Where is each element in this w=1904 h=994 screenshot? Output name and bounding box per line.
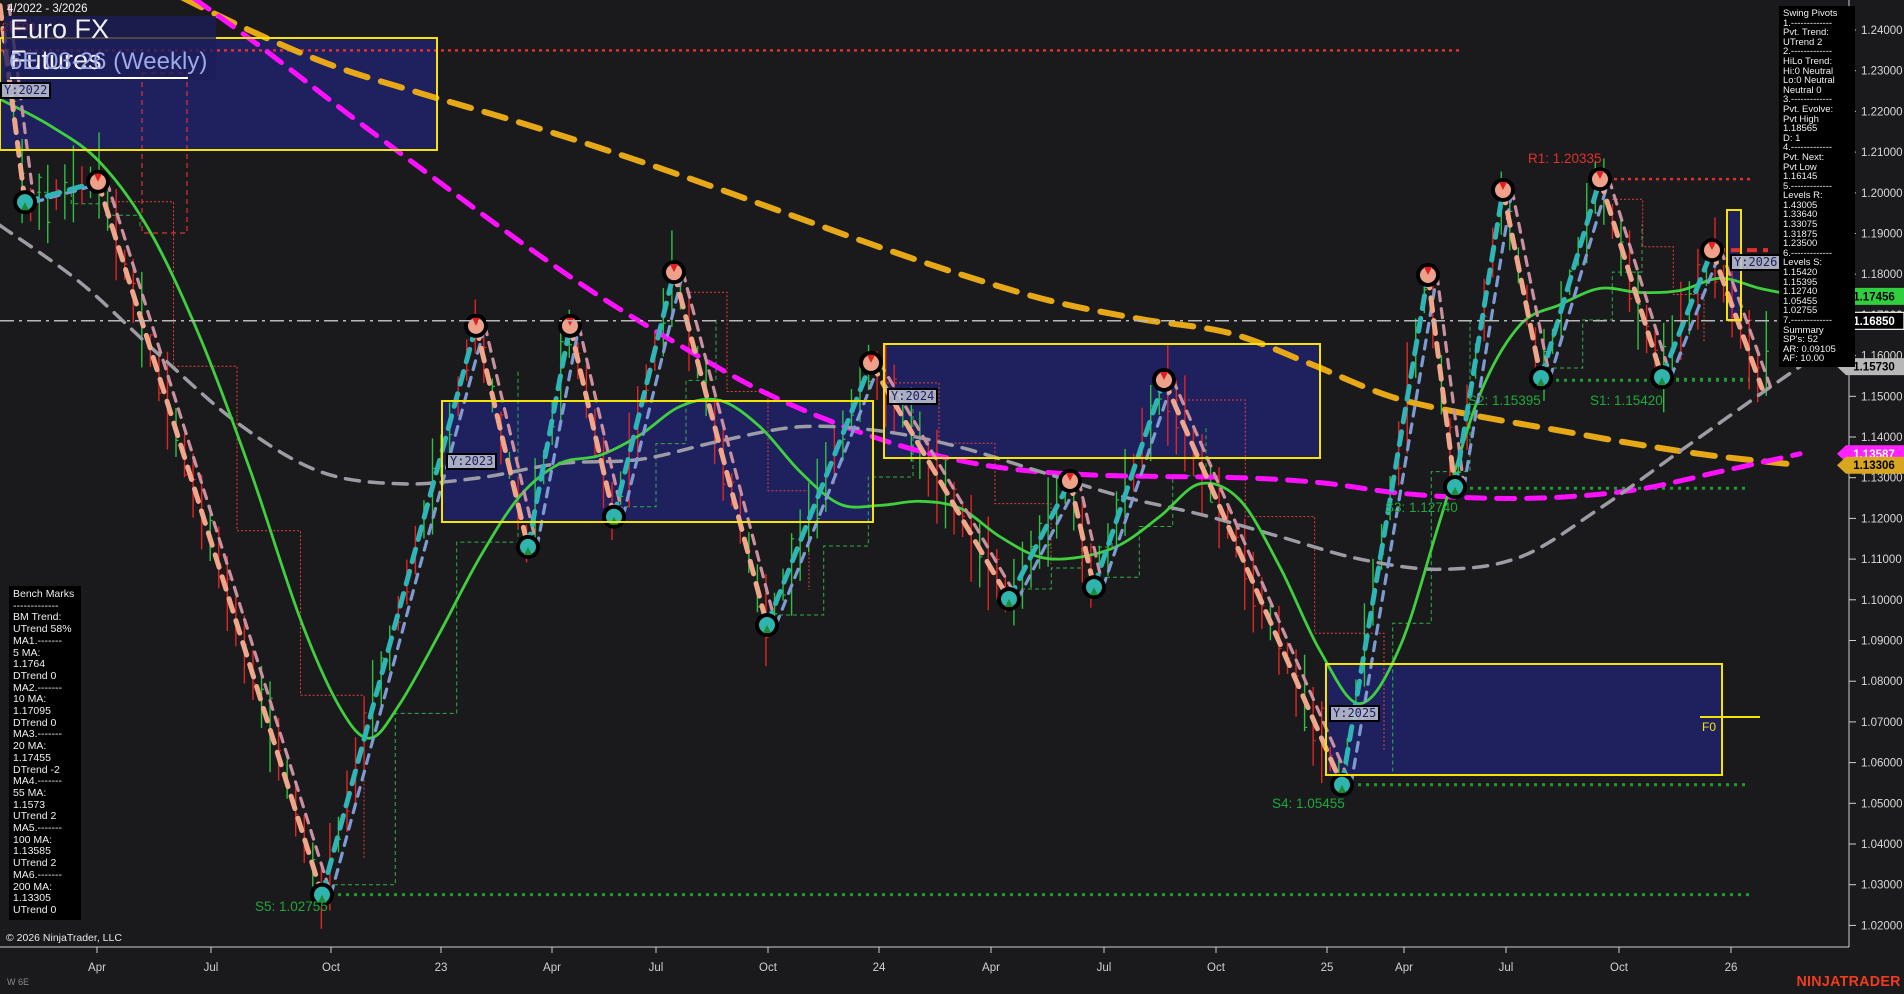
year-tag-y-2022[interactable]: Y:2022 (0, 82, 51, 99)
bench-marks-line: Bench Marks (13, 589, 77, 601)
x-tick-label: Apr (982, 962, 1000, 974)
x-tick-label: 25 (1321, 962, 1334, 974)
price-chart-canvas[interactable]: F0 R1: 1.20335 S1: 1.15420 S2: 1.15395 S3: 1… (0, 0, 1904, 994)
x-tick-label: Apr (88, 962, 106, 974)
swing-pivots-line: AF: 10.00 (1783, 354, 1851, 364)
bench-marks-line: MA1.------- (13, 636, 77, 648)
bench-marks-line: 55 MA: (13, 788, 77, 800)
copyright-label: © 2026 NinjaTrader, LLC (6, 932, 122, 944)
price-marker-label: 1.15730 (1853, 362, 1895, 374)
y-tick-label: 1.15000 (1861, 391, 1903, 403)
x-tick-label: Jul (649, 962, 664, 974)
y-tick-label: 1.08000 (1861, 676, 1903, 688)
y-tick-label: 1.12000 (1861, 513, 1903, 525)
swing-pivots-panel: Swing Pivots1.-------------Pvt. Trend:UT… (1779, 6, 1855, 367)
year-tag-y-2026[interactable]: Y:2026 (1730, 254, 1781, 271)
level-label-s3: S3: 1.12740 (1385, 500, 1458, 515)
y-tick-label: 1.05000 (1861, 798, 1903, 810)
level-label-s1: S1: 1.15420 (1590, 393, 1663, 408)
bench-marks-panel: Bench Marks-------------BM Trend:UTrend … (9, 586, 81, 920)
bench-marks-line: DTrend 0 (13, 671, 77, 683)
y-tick-label: 1.07000 (1861, 717, 1903, 729)
y-tick-label: 1.03000 (1861, 880, 1903, 892)
y-tick-label: 1.10000 (1861, 595, 1903, 607)
contract-subtitle: 6E 03-26 (Weekly) (9, 48, 207, 76)
x-tick-label: 24 (873, 962, 886, 974)
y-tick-label: 1.06000 (1861, 758, 1903, 770)
ninjatrader-chart-window: F0 R1: 1.20335 S1: 1.15420 S2: 1.15395 S3: 1… (0, 0, 1904, 994)
bench-marks-line: UTrend 0 (13, 905, 77, 917)
f0-label: F0 (1702, 720, 1716, 734)
year-tag-y-2023[interactable]: Y:2023 (446, 453, 497, 470)
y-tick-label: 1.24000 (1861, 25, 1903, 37)
bench-marks-line: 1.17455 (13, 753, 77, 765)
x-tick-label: Jul (1499, 962, 1514, 974)
bench-marks-line: MA5.------- (13, 823, 77, 835)
x-tick-label: Oct (1610, 962, 1629, 974)
x-tick-label: Oct (1207, 962, 1226, 974)
x-tick-label: Apr (1395, 962, 1413, 974)
y-tick-label: 1.19000 (1861, 229, 1903, 241)
y-tick-label: 1.13000 (1861, 473, 1903, 485)
x-tick-label: Oct (322, 962, 341, 974)
price-marker-label: 1.13306 (1853, 460, 1895, 472)
y-tick-label: 1.02000 (1861, 920, 1903, 932)
year-tag-y-2024[interactable]: Y:2024 (887, 388, 938, 405)
ninjatrader-logo: NINJATRADER (1797, 973, 1901, 990)
level-label-s4: S4: 1.05455 (1272, 796, 1345, 811)
x-tick-label: Jul (1097, 962, 1112, 974)
y-tick-label: 1.22000 (1861, 106, 1903, 118)
y-tick-label: 1.18000 (1861, 269, 1903, 281)
year-box-fill[interactable] (884, 344, 1320, 458)
bench-marks-line: 1.17095 (13, 706, 77, 718)
x-tick-label: Apr (543, 962, 561, 974)
price-marker-label: 1.17456 (1853, 291, 1895, 303)
y-tick-label: 1.11000 (1861, 554, 1902, 566)
x-tick-label: 23 (435, 962, 448, 974)
y-tick-label: 1.21000 (1861, 147, 1903, 159)
level-label-r1: R1: 1.20335 (1528, 151, 1602, 166)
x-tick-label: Oct (759, 962, 778, 974)
y-tick-label: 1.23000 (1861, 66, 1903, 78)
year-box-fill[interactable] (1326, 664, 1722, 775)
year-tag-y-2025[interactable]: Y:2025 (1329, 705, 1380, 722)
x-tick-label: 26 (1725, 962, 1738, 974)
y-tick-label: 1.14000 (1861, 432, 1903, 444)
level-label-s2: S2: 1.15395 (1468, 393, 1541, 408)
x-tick-label: Jul (204, 962, 219, 974)
y-tick-label: 1.20000 (1861, 188, 1903, 200)
y-tick-label: 1.04000 (1861, 839, 1903, 851)
price-marker-label: 1.16850 (1853, 316, 1895, 328)
y-tick-label: 1.09000 (1861, 636, 1903, 648)
level-label-s5: S5: 1.02755 (255, 899, 328, 914)
instrument-tag: W 6E (7, 977, 29, 987)
bench-marks-line: MA6.------- (13, 870, 77, 882)
